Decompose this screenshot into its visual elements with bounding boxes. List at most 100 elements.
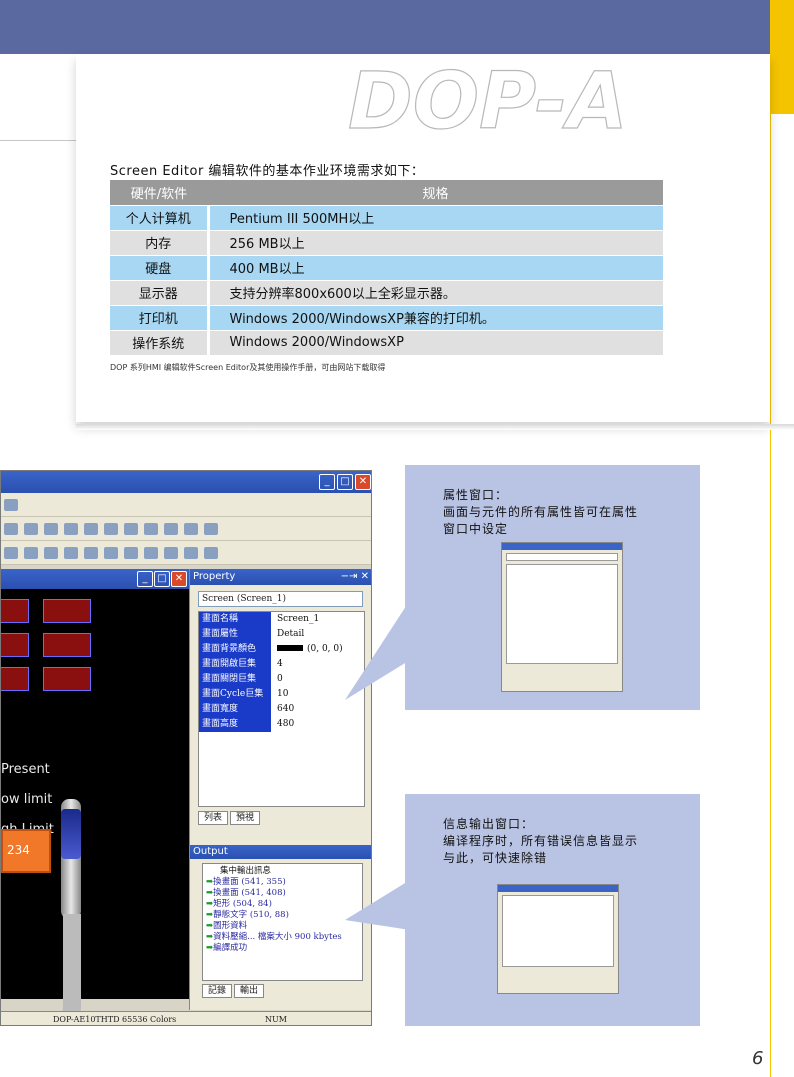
table-row: 个人计算机 Pentium III 500MH以上 [110, 205, 663, 231]
property-row[interactable]: 畫面屬性 Detail [199, 627, 364, 642]
table-header-row: 硬件/软件 规格 [110, 180, 663, 206]
tool-icon[interactable] [4, 499, 18, 511]
maximize-icon[interactable]: □ [154, 571, 170, 587]
list-item[interactable]: 資料壓縮... 檔案大小 900 kbytes [206, 932, 359, 943]
screen-select[interactable]: Screen (Screen_1) [198, 591, 363, 607]
property-tabs: 列表 預視 [198, 811, 365, 825]
list-item[interactable]: 編譯成功 [206, 943, 359, 954]
screen-canvas[interactable]: Present ow limit gh Limit 234 [1, 589, 189, 1025]
property-row[interactable]: 畫面關閉巨集 0 [199, 672, 364, 687]
minimize-icon[interactable]: _ [137, 571, 153, 587]
tool-icon[interactable] [144, 523, 158, 535]
requirements-table: 硬件/软件 规格 个人计算机 Pentium III 500MH以上 内存 256 … [110, 180, 663, 356]
row-value: 256 MB以上 [208, 230, 663, 256]
tab-list[interactable]: 列表 [198, 811, 229, 825]
row-value: 400 MB以上 [208, 255, 663, 281]
tab-output[interactable]: 輸出 [234, 984, 265, 998]
row-value: Pentium III 500MH以上 [208, 205, 663, 231]
callout-text: 信息输出窗口： 编译程序时，所有错误信息皆显示 与此，可快速除错 [443, 816, 638, 867]
callout-body: 窗口中设定 [443, 522, 509, 536]
intro-text: Screen Editor 编辑软件的基本作业环境需求如下： [110, 164, 425, 179]
property-row[interactable]: 畫面開啟巨集 4 [199, 657, 364, 672]
property-row[interactable]: 畫面Cycle巨集 10 [199, 687, 364, 702]
output-tabs: 記錄 輸出 [202, 984, 363, 998]
tool-icon[interactable] [84, 523, 98, 535]
callout-property: 属性窗口： 画面与元件的所有属性皆可在属性 窗口中设定 [405, 465, 700, 710]
hmi-button[interactable] [43, 599, 91, 623]
tool-icon[interactable] [124, 523, 138, 535]
status-bar: DOP-AE10THTD 65536 Colors NUM [1, 1011, 371, 1025]
page-number: 6 [752, 1048, 764, 1069]
callout-body: 画面与元件的所有属性皆可在属性 [443, 505, 639, 519]
window-titlebar: _ □ ✕ [1, 471, 371, 493]
callout-output: 信息输出窗口： 编译程序时，所有错误信息皆显示 与此，可快速除错 [405, 794, 700, 1026]
output-thumbnail [497, 884, 619, 994]
close-icon[interactable]: ✕ [355, 474, 371, 490]
tool-icon[interactable] [204, 523, 218, 535]
row-key: 显示器 [110, 280, 210, 306]
hmi-button[interactable] [1, 667, 29, 691]
list-item[interactable]: 換畫面 (541, 408) [206, 888, 359, 899]
dop-a-logo: DOP-A [347, 58, 628, 138]
table-row: 打印机 Windows 2000/WindowsXP兼容的打印机。 [110, 305, 663, 331]
numeric-display[interactable]: 234 [1, 829, 51, 873]
tool-icon[interactable] [164, 523, 178, 535]
list-item[interactable]: 矩形 (504, 84) [206, 899, 359, 910]
list-item[interactable]: 靜態文字 (510, 88) [206, 910, 359, 921]
hmi-button[interactable] [1, 599, 29, 623]
list-item[interactable]: 換畫面 (541, 355) [206, 877, 359, 888]
row-key: 打印机 [110, 305, 210, 331]
tab-preview[interactable]: 預視 [230, 811, 261, 825]
property-row[interactable]: 畫面高度 480 [199, 717, 364, 732]
tank-graphic [61, 809, 81, 859]
row-value: 支持分辨率800x600以上全彩显示器。 [208, 280, 663, 306]
tool-icon[interactable] [104, 523, 118, 535]
status-num: NUM [265, 1015, 287, 1024]
tool-icon[interactable] [104, 547, 118, 559]
pipe-elbow-graphic [41, 914, 81, 1025]
hmi-button[interactable] [43, 633, 91, 657]
tool-icon[interactable] [4, 523, 18, 535]
hmi-button[interactable] [1, 633, 29, 657]
callout-text: 属性窗口： 画面与元件的所有属性皆可在属性 窗口中设定 [443, 487, 638, 538]
hmi-button[interactable] [43, 667, 91, 691]
callout-pointer [345, 880, 410, 930]
list-item[interactable]: 圖形資料 [206, 921, 359, 932]
tool-icon[interactable] [124, 547, 138, 559]
tool-icon[interactable] [164, 547, 178, 559]
tool-icon[interactable] [184, 523, 198, 535]
tool-icon[interactable] [144, 547, 158, 559]
tab-log[interactable]: 記錄 [202, 984, 233, 998]
tool-icon[interactable] [184, 547, 198, 559]
canvas-text: ow limit [1, 792, 53, 807]
tool-icon[interactable] [24, 523, 38, 535]
property-row[interactable]: 畫面寬度 640 [199, 702, 364, 717]
output-header: 集中輸出訊息 [220, 866, 272, 876]
tool-icon[interactable] [4, 547, 18, 559]
tool-icon[interactable] [64, 547, 78, 559]
property-row[interactable]: 畫面背景顏色 (0, 0, 0) [199, 642, 364, 657]
logo-text: DOP-A [348, 58, 628, 138]
tool-icon[interactable] [44, 547, 58, 559]
tool-icon[interactable] [24, 547, 38, 559]
table-row: 内存 256 MB以上 [110, 230, 663, 256]
property-thumbnail [501, 542, 623, 692]
tool-icon[interactable] [204, 547, 218, 559]
table-row: 显示器 支持分辨率800x600以上全彩显示器。 [110, 280, 663, 306]
close-icon[interactable]: ✕ [171, 571, 187, 587]
callout-pointer [345, 600, 410, 700]
maximize-icon[interactable]: □ [337, 474, 353, 490]
property-row[interactable]: 畫面名稱 Screen_1 [199, 612, 364, 627]
table-row: 硬盘 400 MB以上 [110, 255, 663, 281]
tool-icon[interactable] [44, 523, 58, 535]
divider [0, 140, 76, 141]
callout-title: 信息输出窗口： [443, 817, 535, 831]
tool-icon[interactable] [84, 547, 98, 559]
status-model: DOP-AE10THTD 65536 Colors [53, 1015, 177, 1024]
row-key: 硬盘 [110, 255, 210, 281]
row-key: 操作系统 [110, 330, 210, 356]
row-value: Windows 2000/WindowsXP兼容的打印机。 [208, 305, 663, 331]
canvas-text: Present [1, 762, 50, 777]
minimize-icon[interactable]: _ [319, 474, 335, 490]
tool-icon[interactable] [64, 523, 78, 535]
